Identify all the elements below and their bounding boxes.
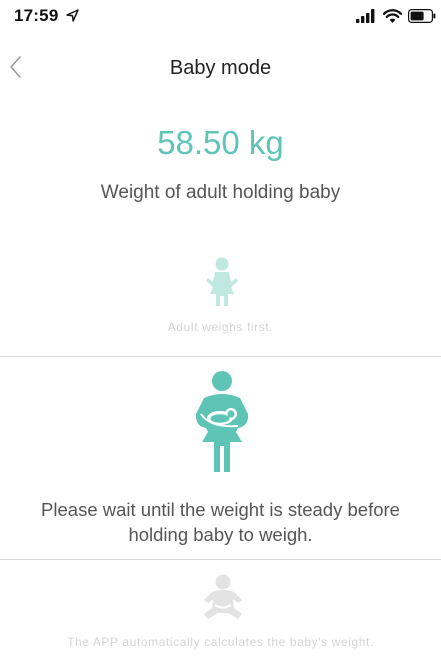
- step-2-text: Please wait until the weight is steady b…: [41, 499, 400, 545]
- step-3-text: The APP automatically calculates the bab…: [67, 635, 374, 649]
- adult-holding-baby-icon: [195, 371, 249, 472]
- baby-figure-icon: [204, 574, 242, 619]
- step-calculate: The APP automatically calculates the bab…: [0, 560, 441, 666]
- status-time: 17:59: [14, 6, 59, 25]
- weight-value: 58.50 kg: [157, 124, 284, 161]
- step-adult-weighs: Adult weighs first.: [0, 250, 441, 356]
- step-hold-baby: Please wait until the weight is steady b…: [0, 357, 441, 559]
- weight-caption: Weight of adult holding baby: [100, 182, 341, 203]
- step-1-text: Adult weighs first.: [167, 320, 274, 334]
- battery-icon: [408, 9, 436, 23]
- status-bar: 17:59: [0, 0, 441, 36]
- wifi-icon: [383, 9, 402, 23]
- signal-icon: [356, 9, 375, 23]
- location-arrow-icon: [66, 9, 79, 22]
- page-title: Baby mode: [169, 57, 272, 79]
- nav-bar: Baby mode: [0, 48, 441, 92]
- adult-figure-icon: [206, 257, 238, 306]
